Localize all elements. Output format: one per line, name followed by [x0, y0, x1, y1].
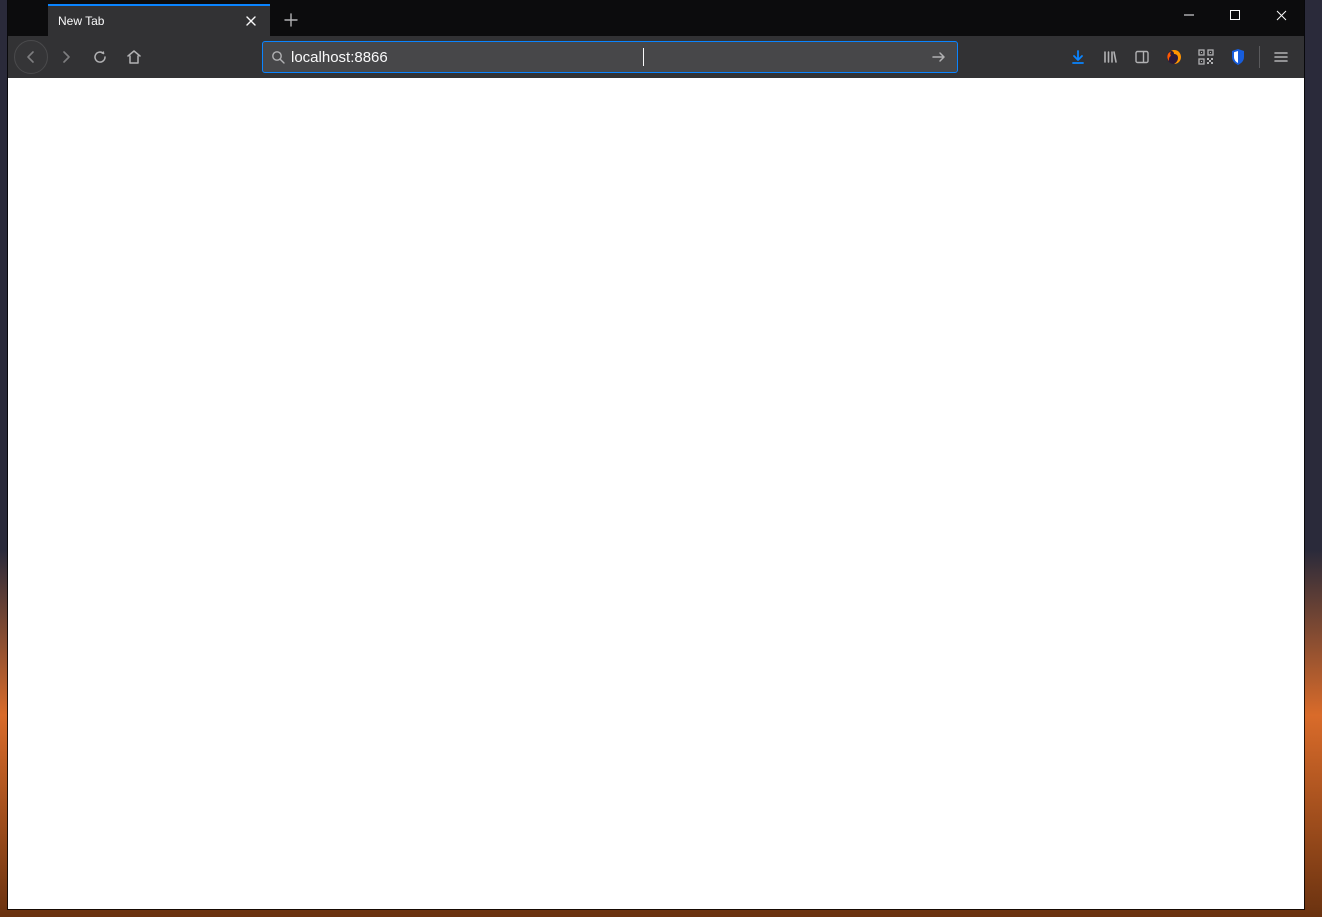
url-input[interactable]	[291, 42, 925, 72]
library-button[interactable]	[1095, 42, 1125, 72]
window-controls	[1166, 0, 1304, 30]
library-icon	[1102, 49, 1118, 65]
back-button[interactable]	[14, 40, 48, 74]
new-tab-button[interactable]	[276, 5, 306, 35]
qr-code-icon	[1198, 49, 1214, 65]
reload-button[interactable]	[84, 41, 116, 73]
reload-icon	[92, 49, 108, 65]
window-maximize-button[interactable]	[1212, 0, 1258, 30]
go-arrow-icon	[931, 49, 947, 65]
plus-icon	[284, 13, 298, 27]
shield-icon	[1229, 48, 1247, 66]
bitwarden-extension-button[interactable]	[1223, 42, 1253, 72]
window-maximize-icon	[1230, 10, 1240, 20]
downloads-icon	[1070, 49, 1086, 65]
window-close-icon	[1276, 10, 1287, 21]
window-close-button[interactable]	[1258, 0, 1304, 30]
hamburger-icon	[1273, 49, 1289, 65]
page-content	[8, 78, 1304, 909]
toolbar-separator	[1259, 46, 1260, 68]
qr-extension-button[interactable]	[1191, 42, 1221, 72]
sidebar-icon	[1134, 49, 1150, 65]
firefox-account-button[interactable]	[1159, 42, 1189, 72]
forward-icon	[58, 49, 74, 65]
downloads-button[interactable]	[1063, 42, 1093, 72]
home-button[interactable]	[118, 41, 150, 73]
browser-window: New Tab	[8, 0, 1304, 909]
home-icon	[125, 48, 143, 66]
window-minimize-button[interactable]	[1166, 0, 1212, 30]
close-icon	[245, 15, 257, 27]
close-tab-button[interactable]	[242, 12, 260, 30]
tab-title: New Tab	[58, 14, 242, 28]
toolbar-right	[1063, 42, 1298, 72]
go-button[interactable]	[925, 43, 953, 71]
firefox-logo-icon	[1165, 48, 1183, 66]
tab-strip: New Tab	[8, 0, 306, 36]
back-icon	[23, 49, 39, 65]
navigation-toolbar	[8, 36, 1304, 78]
sidebar-button[interactable]	[1127, 42, 1157, 72]
forward-button[interactable]	[50, 41, 82, 73]
address-bar[interactable]	[262, 41, 958, 73]
search-icon	[271, 50, 285, 64]
titlebar: New Tab	[8, 0, 1304, 36]
app-menu-button[interactable]	[1266, 42, 1296, 72]
window-minimize-icon	[1184, 10, 1194, 20]
browser-tab[interactable]: New Tab	[48, 4, 270, 36]
